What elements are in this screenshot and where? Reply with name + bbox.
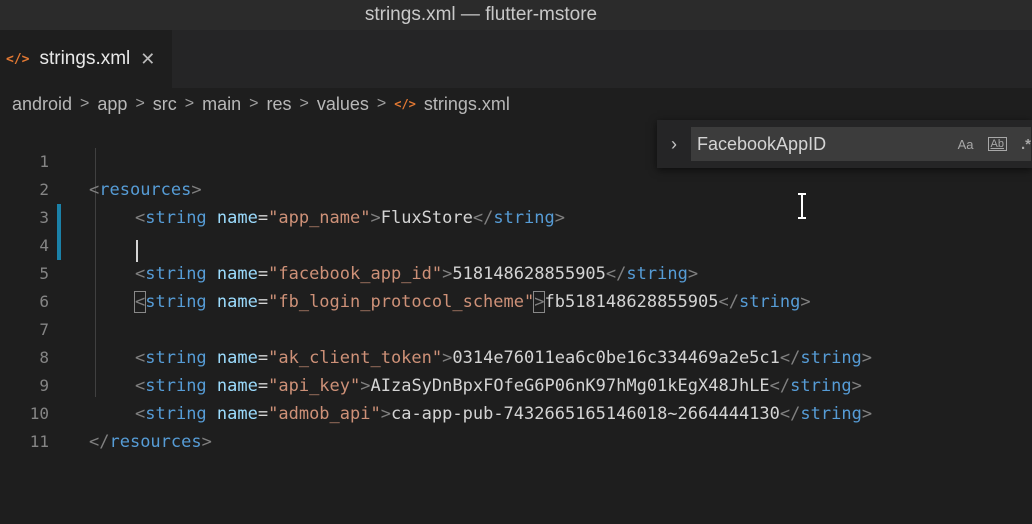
chevron-right-icon: > [80,95,90,112]
code-line: 10 </resources> [0,372,1032,452]
regex-toggle[interactable]: .* [1021,136,1031,153]
window-title: strings.xml — flutter-mstore [364,4,598,25]
breadcrumb-item-res[interactable]: res [266,94,291,115]
breadcrumb-item-android[interactable]: android [12,94,72,115]
chevron-right-icon[interactable]: › [657,134,691,155]
breadcrumb-item-main[interactable]: main [202,94,241,115]
tab-label: strings.xml [39,48,131,69]
breadcrumb-item-src[interactable]: src [153,94,177,115]
find-widget: › FacebookAppID Aa Ab .* [657,120,1032,168]
xml-file-icon: </> [394,97,416,111]
code-line: 8 <string name="api_key">AIzaSyDnBpxFOfe… [0,316,1032,396]
code-editor[interactable]: 1 <resources> 2 <string name="app_name">… [0,120,1032,524]
title-bar: strings.xml — flutter-mstore [0,0,1032,30]
tab-strings-xml[interactable]: </> strings.xml ✕ [0,30,172,88]
close-icon[interactable]: ✕ [140,49,155,70]
mouse-ibeam-cursor-icon [798,193,806,219]
tab-bar: </> strings.xml ✕ [0,30,1032,88]
chevron-right-icon: > [135,95,145,112]
breadcrumb: android > app > src > main > res > value… [0,88,1032,120]
code-line: 9 <string name="admob_api">ca-app-pub-74… [0,344,1032,424]
breadcrumb-item-values[interactable]: values [317,94,369,115]
xml-file-icon: </> [6,51,30,67]
chevron-right-icon: > [184,95,195,112]
text-cursor [136,240,138,262]
code-line: 7 <string name="ak_client_token">0314e76… [0,288,1032,368]
code-line: 11 [0,400,1032,451]
chevron-right-icon: > [299,95,309,112]
code-line: 6 [0,260,1032,311]
match-case-toggle[interactable]: Aa [958,137,974,152]
tag-name: resources [109,432,202,452]
code-line: 3 [0,176,1032,227]
chevron-right-icon: > [249,95,259,112]
whole-word-toggle[interactable]: Ab [987,137,1007,151]
code-line: 5 <string name="fb_login_protocol_scheme… [0,232,1032,313]
chevron-right-icon: > [376,95,387,112]
breadcrumb-item-app[interactable]: app [97,94,127,115]
line-number: 11 [29,432,49,451]
breadcrumb-item-file[interactable]: strings.xml [424,94,510,115]
find-input[interactable]: FacebookAppID Aa Ab .* [691,127,1031,161]
code-line: 4 <string name="facebook_app_id">5181486… [0,204,1032,284]
find-input-value: FacebookAppID [697,133,827,154]
